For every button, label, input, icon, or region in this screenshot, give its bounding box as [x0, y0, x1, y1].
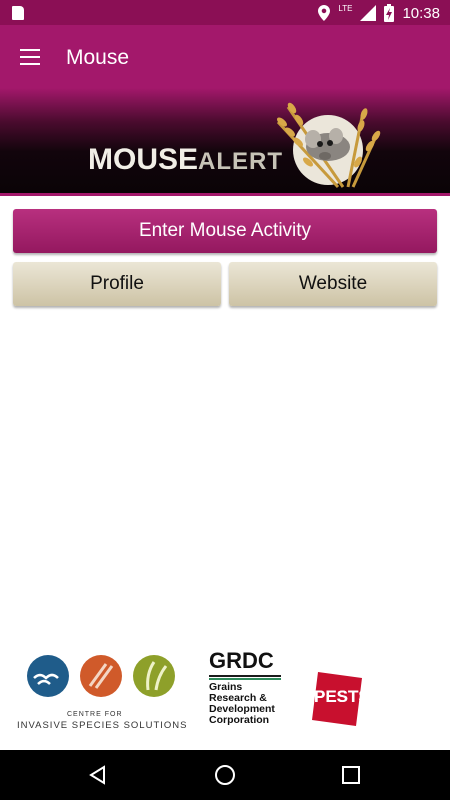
mouse-alert-logo-text: MOUSEALERT: [88, 143, 284, 176]
grdc-logo-rule: [209, 675, 281, 677]
grdc-logo-text: Grains Research & Development Corporatio…: [209, 681, 275, 726]
grdc-logo-title: GRDC: [209, 648, 274, 673]
recent-apps-icon[interactable]: [342, 766, 360, 784]
app-bar: Mouse: [0, 25, 450, 88]
mouse-alert-banner: MOUSEALERT: [0, 88, 450, 194]
network-type: LTE: [338, 3, 353, 13]
location-icon: [318, 5, 331, 21]
pestsmart-logo-text: PESTSMART: [314, 687, 419, 706]
sd-card-icon: [12, 6, 24, 20]
status-bar: LTE 10:38: [0, 0, 450, 25]
home-icon[interactable]: [214, 764, 236, 786]
cis-logo-line2: INVASIVE SPECIES SOLUTIONS: [17, 720, 188, 731]
wheat-mouse-illustration: [276, 102, 381, 189]
profile-button[interactable]: Profile: [13, 262, 221, 306]
grdc-logo-rule-accent: [209, 678, 281, 680]
cis-logo-icon: [27, 655, 175, 697]
website-button[interactable]: Website: [229, 262, 437, 306]
clock: 10:38: [402, 4, 440, 22]
back-icon[interactable]: [88, 765, 108, 785]
battery-charging-icon: [384, 4, 395, 22]
cis-logo-line1: CENTRE FOR: [67, 711, 123, 718]
system-nav-bar: [0, 750, 450, 800]
signal-icon: [360, 5, 377, 21]
enter-mouse-activity-button[interactable]: Enter Mouse Activity: [13, 209, 437, 253]
hamburger-menu-icon[interactable]: [20, 49, 40, 65]
banner-divider: [0, 193, 450, 196]
sponsor-logos: CENTRE FOR INVASIVE SPECIES SOLUTIONS GR…: [0, 640, 450, 740]
page-title: Mouse: [66, 46, 130, 69]
